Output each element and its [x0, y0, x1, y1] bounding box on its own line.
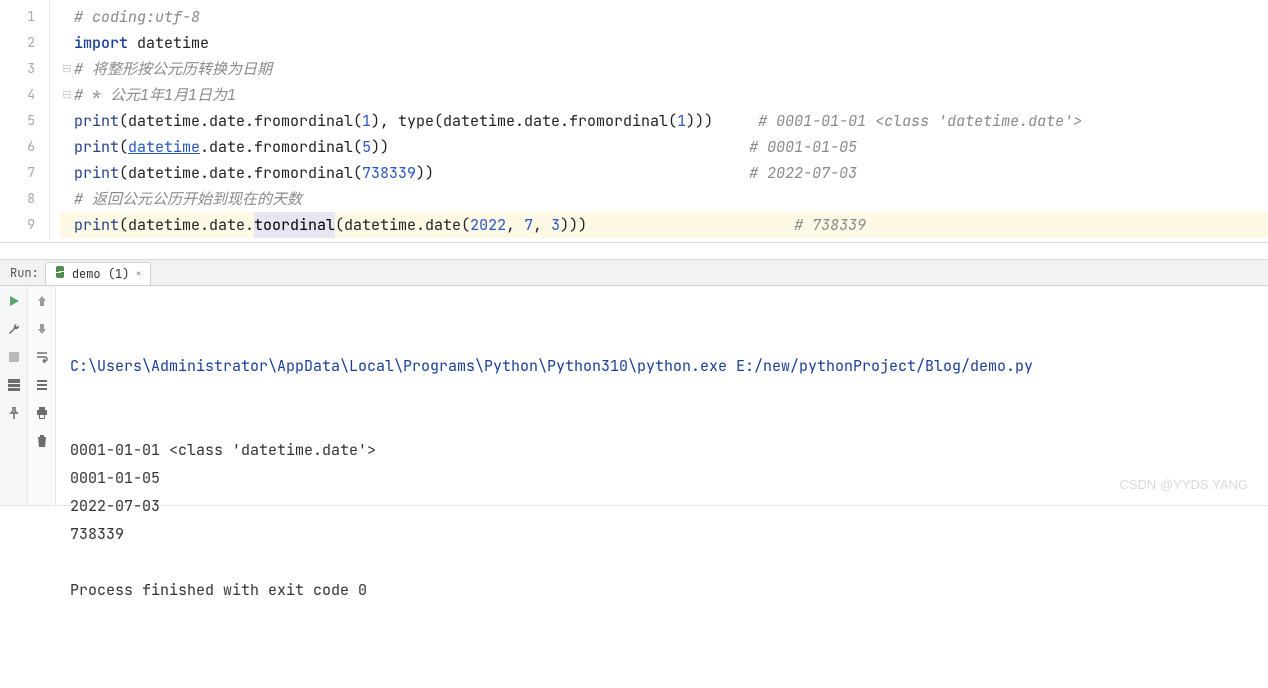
code-token: print [74, 212, 119, 238]
run-toolbar-left [0, 286, 28, 505]
rerun-icon[interactable] [5, 292, 23, 310]
code-token: datetime [128, 134, 200, 160]
wrench-icon[interactable] [5, 320, 23, 338]
editor-code[interactable]: # coding:utf-8import datetime⊟# 将整形按公元历转… [50, 0, 1268, 242]
code-token: import [74, 30, 128, 56]
gutter-line-number[interactable]: 5 [0, 108, 35, 134]
console-command-line: C:\Users\Administrator\AppData\Local\Pro… [70, 352, 1254, 380]
code-token: ))) [686, 108, 758, 134]
pin-icon[interactable] [5, 404, 23, 422]
run-toolbar-inner [28, 286, 56, 505]
gutter-line-number[interactable]: 2 [0, 30, 35, 56]
code-token: # 0001-01-05 [749, 134, 857, 160]
up-arrow-icon[interactable] [33, 292, 51, 310]
code-token: toordinal [254, 212, 335, 238]
code-token: print [74, 134, 119, 160]
code-token: # * 公元1年1月1日为1 [74, 82, 236, 108]
code-token: ))) [560, 212, 794, 238]
run-tab-label: demo (1) [72, 266, 130, 282]
console-line: 0001-01-05 [70, 464, 1254, 492]
code-token: datetime [128, 30, 209, 56]
python-file-icon [54, 266, 66, 282]
gutter-line-number[interactable]: 4 [0, 82, 35, 108]
code-token: 5 [362, 134, 371, 160]
close-icon[interactable]: × [135, 267, 142, 281]
run-label: Run: [6, 265, 45, 285]
gutter-line-number[interactable]: 9 [0, 212, 35, 238]
code-line[interactable]: import datetime [60, 30, 1268, 56]
code-token: print [74, 108, 119, 134]
console-line: Process finished with exit code 0 [70, 576, 1254, 604]
code-line[interactable]: ⊟# 将整形按公元历转换为日期 [60, 56, 1268, 82]
code-token: # 738339 [794, 212, 866, 238]
gutter-line-number[interactable]: 7 [0, 160, 35, 186]
code-token: (datetime.date. [119, 212, 254, 238]
code-token: # 将整形按公元历转换为日期 [74, 56, 272, 82]
code-token: )) [371, 134, 749, 160]
code-line[interactable]: # 返回公元公历开始到现在的天数 [60, 186, 1268, 212]
code-token: # 0001-01-01 <class 'datetime.date'> [758, 108, 1082, 134]
soft-wrap-icon[interactable] [33, 348, 51, 366]
tool-window-separator[interactable] [0, 242, 1268, 260]
console-line: 738339 [70, 520, 1254, 548]
code-token: 7 [524, 212, 533, 238]
code-token: print [74, 160, 119, 186]
code-token: # 2022-07-03 [749, 160, 857, 186]
gutter-line-number[interactable]: 6 [0, 134, 35, 160]
run-tool-window: C:\Users\Administrator\AppData\Local\Pro… [0, 286, 1268, 506]
code-token: ( [119, 134, 128, 160]
scroll-to-end-icon[interactable] [33, 376, 51, 394]
code-token: 738339 [362, 160, 416, 186]
code-token: , [533, 212, 551, 238]
console-line [70, 548, 1254, 576]
fold-indicator[interactable]: ⊟ [60, 56, 74, 82]
code-token: ), type(datetime.date.fromordinal( [371, 108, 677, 134]
down-arrow-icon[interactable] [33, 320, 51, 338]
console-line: 0001-01-01 <class 'datetime.date'> [70, 436, 1254, 464]
watermark-text: CSDN @YYDS.YANG [1119, 471, 1248, 499]
code-line[interactable]: print(datetime.date.fromordinal(1), type… [60, 108, 1268, 134]
code-line[interactable]: print(datetime.date.fromordinal(738339))… [60, 160, 1268, 186]
trash-icon[interactable] [33, 432, 51, 450]
code-token: (datetime.date( [335, 212, 470, 238]
code-line[interactable]: # coding:utf-8 [60, 4, 1268, 30]
code-token: 2022 [470, 212, 506, 238]
layout-icon[interactable] [5, 376, 23, 394]
code-token: 1 [362, 108, 371, 134]
code-line[interactable]: ⊟# * 公元1年1月1日为1 [60, 82, 1268, 108]
run-tab-demo[interactable]: demo (1) × [45, 262, 151, 285]
code-token: (datetime.date.fromordinal( [119, 108, 362, 134]
fold-indicator[interactable]: ⊟ [60, 82, 74, 108]
code-line[interactable]: print(datetime.date.fromordinal(5)) # 00… [60, 134, 1268, 160]
code-token: , [506, 212, 524, 238]
console-output[interactable]: C:\Users\Administrator\AppData\Local\Pro… [56, 286, 1268, 505]
code-token: .date.fromordinal( [200, 134, 362, 160]
code-token: 3 [551, 212, 560, 238]
code-token: (datetime.date.fromordinal( [119, 160, 362, 186]
stop-icon[interactable] [5, 348, 23, 366]
code-token: 1 [677, 108, 686, 134]
code-token: # coding:utf-8 [74, 4, 200, 30]
run-tab-bar: Run: demo (1) × [0, 260, 1268, 286]
code-token: # 返回公元公历开始到现在的天数 [74, 186, 302, 212]
gutter-line-number[interactable]: 8 [0, 186, 35, 212]
editor: 123456789 # coding:utf-8import datetime⊟… [0, 0, 1268, 242]
code-line[interactable]: print(datetime.date.toordinal(datetime.d… [60, 212, 1268, 238]
print-icon[interactable] [33, 404, 51, 422]
console-lines: 0001-01-01 <class 'datetime.date'>0001-0… [70, 436, 1254, 604]
console-line: 2022-07-03 [70, 492, 1254, 520]
code-token: )) [416, 160, 749, 186]
gutter-line-number[interactable]: 1 [0, 4, 35, 30]
gutter-line-number[interactable]: 3 [0, 56, 35, 82]
editor-gutter[interactable]: 123456789 [0, 0, 50, 242]
